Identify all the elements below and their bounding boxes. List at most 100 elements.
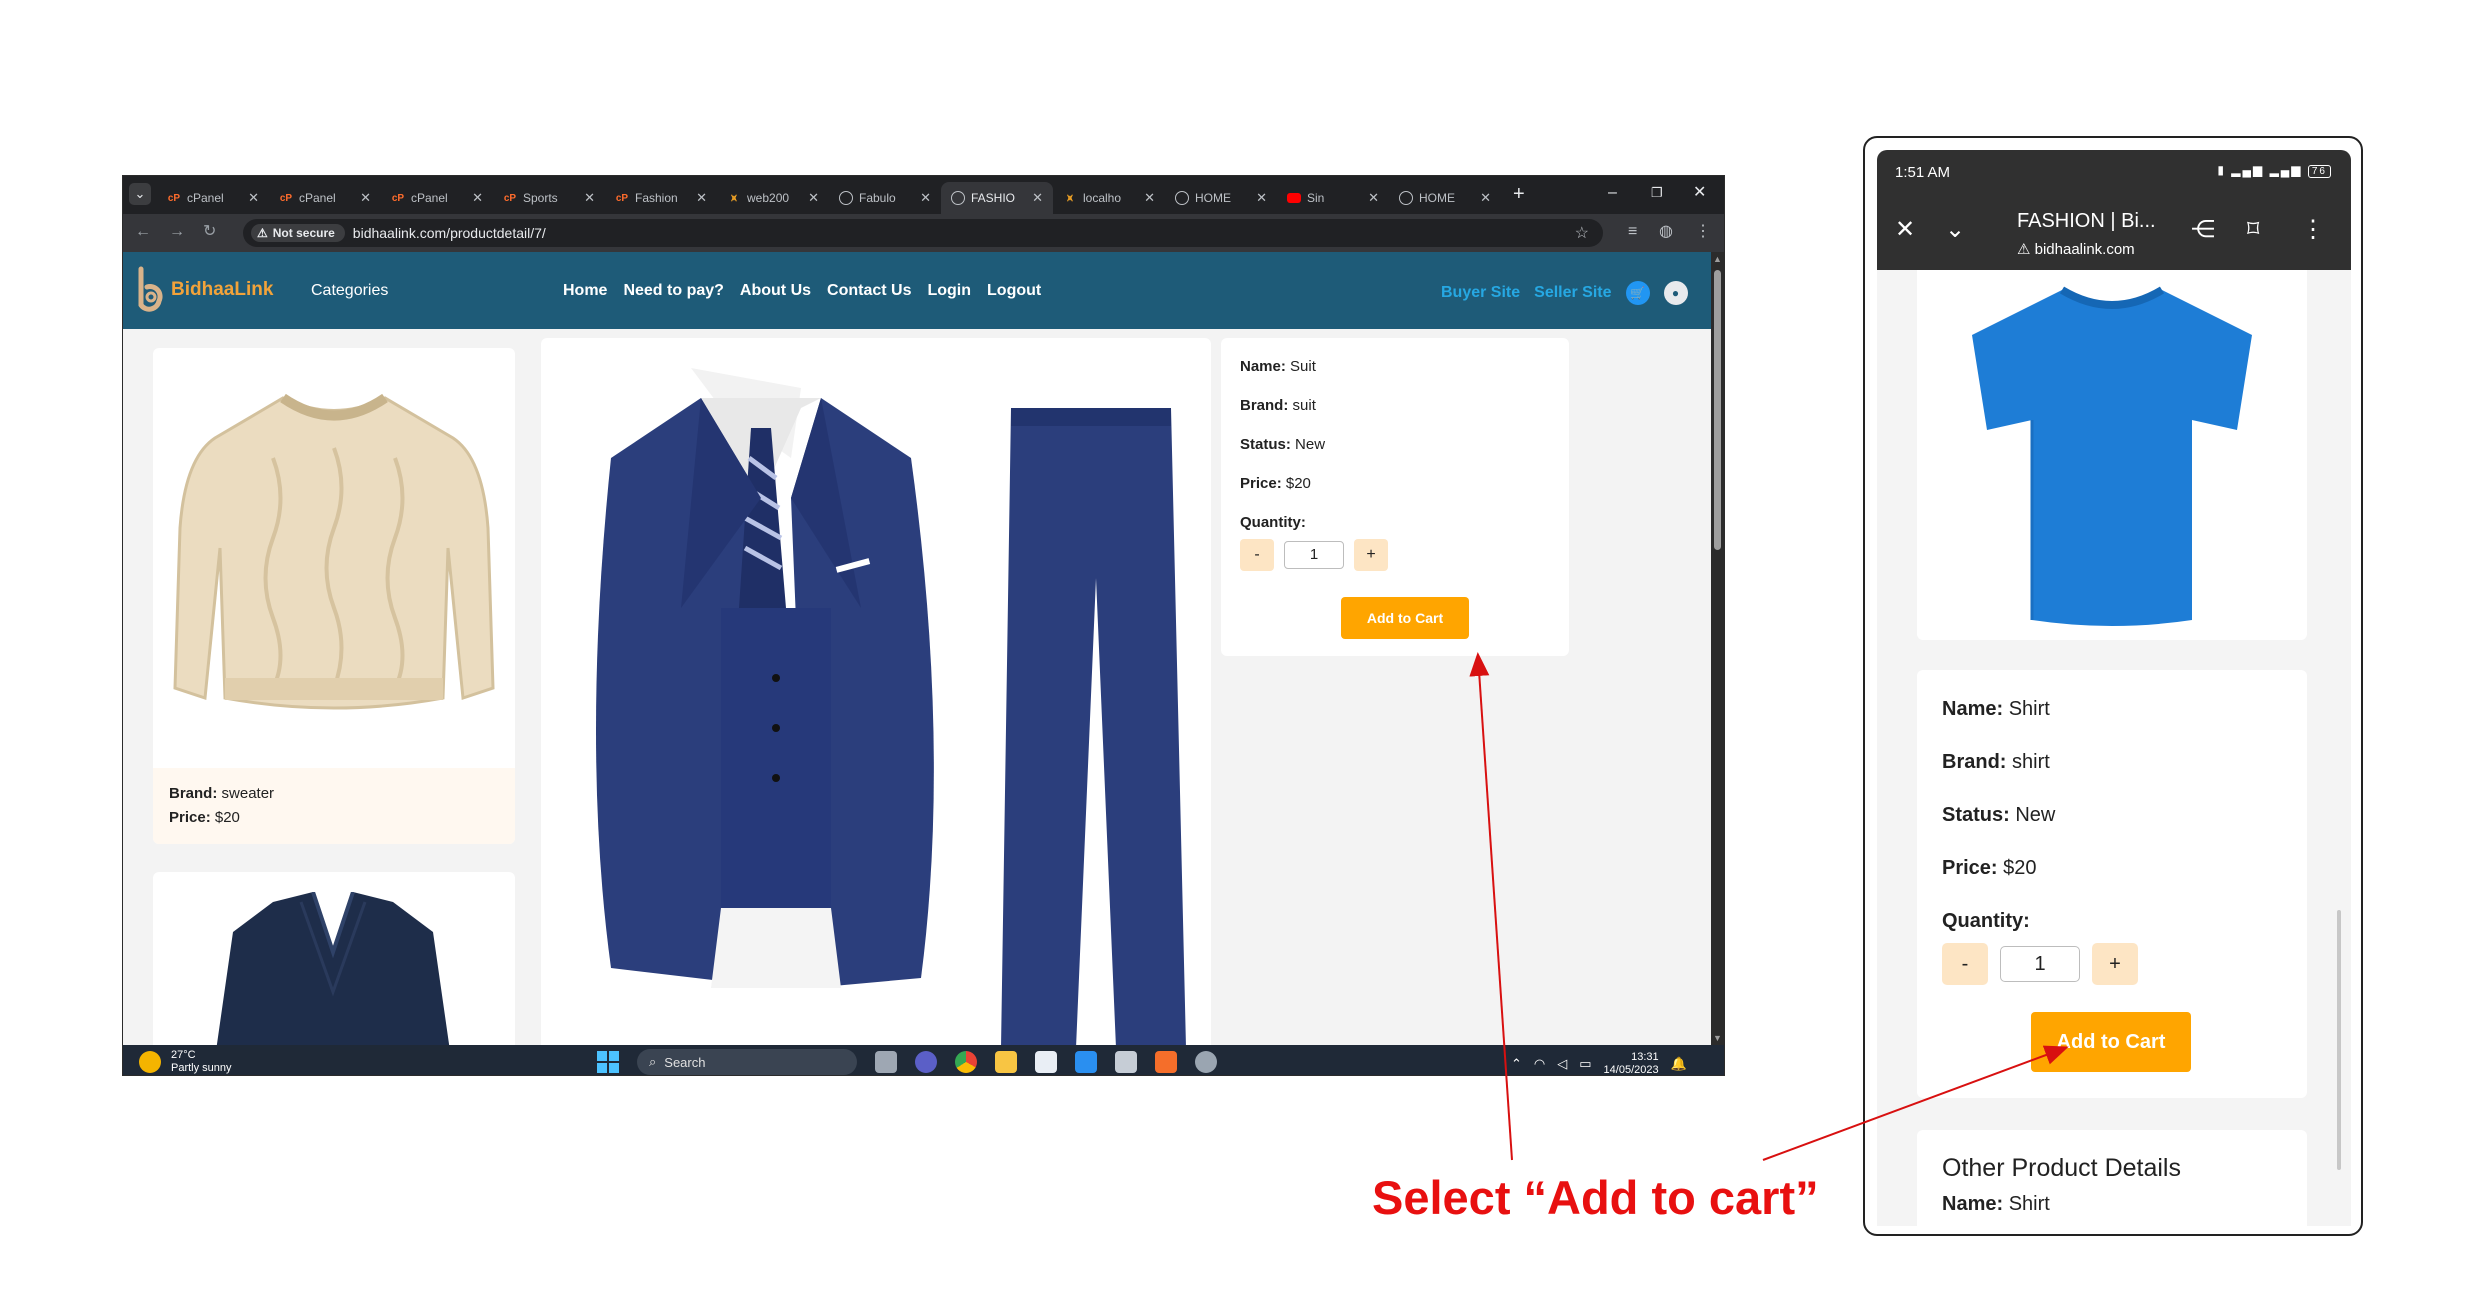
xampp-icon[interactable] bbox=[1155, 1051, 1177, 1073]
omnibox[interactable]: ⚠ Not secure bidhaalink.com/productdetai… bbox=[243, 219, 1603, 247]
product-card-jacket[interactable] bbox=[153, 872, 515, 1045]
browser-tab[interactable]: FASHIO ✕ bbox=[941, 182, 1053, 214]
tab-close-icon[interactable]: ✕ bbox=[1144, 190, 1155, 206]
security-chip[interactable]: ⚠ Not secure bbox=[251, 224, 345, 242]
browser-tab[interactable]: cP Sports ✕ bbox=[493, 182, 605, 214]
browser-tab[interactable]: ⩙ localho ✕ bbox=[1053, 182, 1165, 214]
nav-home[interactable]: Home bbox=[563, 282, 607, 300]
browser-tab[interactable]: Sin ✕ bbox=[1277, 182, 1389, 214]
close-window-icon[interactable]: ✕ bbox=[1693, 184, 1706, 202]
nav-logout[interactable]: Logout bbox=[987, 282, 1041, 300]
tab-close-icon[interactable]: ✕ bbox=[1480, 190, 1491, 206]
browser-tab[interactable]: cP Fashion ✕ bbox=[605, 182, 717, 214]
tab-title: cPanel bbox=[187, 191, 224, 205]
nav-login[interactable]: Login bbox=[927, 282, 971, 300]
mobile-quantity-decrease-button[interactable]: - bbox=[1942, 943, 1988, 985]
product-detail-card: Name: Suit Brand: suit Status: New Price… bbox=[1221, 338, 1569, 656]
tab-close-icon[interactable]: ✕ bbox=[808, 190, 819, 206]
categories-menu[interactable]: Categories bbox=[311, 282, 388, 300]
mobile-bookmark-icon[interactable]: ⌑ bbox=[2247, 216, 2259, 244]
tab-search-icon[interactable]: ⌄ bbox=[129, 183, 151, 205]
weather-widget[interactable]: 27°C Partly sunny bbox=[139, 1049, 232, 1075]
reload-icon[interactable]: ↻ bbox=[203, 223, 216, 241]
jacket-image bbox=[216, 892, 450, 1045]
app-icon[interactable] bbox=[1115, 1051, 1137, 1073]
seller-site-link[interactable]: Seller Site bbox=[1534, 284, 1611, 302]
mobile-menu-icon[interactable]: ⋮ bbox=[2301, 216, 2325, 244]
wifi-icon[interactable]: ◠ bbox=[1534, 1056, 1545, 1072]
tray-chevron-icon[interactable]: ⌃ bbox=[1511, 1056, 1522, 1072]
add-to-cart-button[interactable]: Add to Cart bbox=[1341, 597, 1469, 639]
buyer-site-link[interactable]: Buyer Site bbox=[1441, 284, 1520, 302]
quantity-increase-button[interactable]: + bbox=[1354, 539, 1388, 571]
new-tab-icon[interactable]: + bbox=[1513, 184, 1525, 204]
tab-close-icon[interactable]: ✕ bbox=[920, 190, 931, 206]
menu-kebab-icon[interactable]: ⋮ bbox=[1695, 223, 1711, 241]
taskbar-search[interactable]: ⌕ Search bbox=[637, 1049, 857, 1075]
cart-icon[interactable]: 🛒 bbox=[1625, 281, 1650, 305]
forward-icon[interactable]: → bbox=[169, 223, 185, 241]
tab-close-icon[interactable]: ✕ bbox=[1368, 190, 1379, 206]
mobile-close-icon[interactable]: ✕ bbox=[1895, 216, 1915, 244]
url-text: bidhaalink.com/productdetail/7/ bbox=[352, 225, 546, 241]
bidhaalink-logo-icon bbox=[138, 266, 163, 312]
notification-bell-icon[interactable]: 🔔 bbox=[1671, 1056, 1687, 1072]
quantity-decrease-button[interactable]: - bbox=[1240, 539, 1274, 571]
site-logo[interactable]: BidhaaLink bbox=[133, 265, 273, 315]
tab-title: HOME bbox=[1195, 191, 1231, 205]
tab-close-icon[interactable]: ✕ bbox=[1256, 190, 1267, 206]
tab-close-icon[interactable]: ✕ bbox=[1032, 190, 1043, 206]
quantity-input[interactable]: 1 bbox=[1284, 541, 1344, 569]
browser-tab[interactable]: cP cPanel ✕ bbox=[157, 182, 269, 214]
tab-close-icon[interactable]: ✕ bbox=[360, 190, 371, 206]
file-explorer-icon[interactable] bbox=[995, 1051, 1017, 1073]
volume-icon[interactable]: ◁ bbox=[1557, 1056, 1567, 1072]
tab-title: Sin bbox=[1307, 191, 1325, 205]
browser-tab[interactable]: ⩙ web200 ✕ bbox=[717, 182, 829, 214]
mobile-share-icon[interactable]: ⋲ bbox=[2191, 216, 2215, 244]
minimize-icon[interactable]: – bbox=[1608, 184, 1617, 202]
chrome-icon[interactable] bbox=[955, 1051, 977, 1073]
m-brand-label: Brand: bbox=[1942, 751, 2007, 773]
mobile-quantity-increase-button[interactable]: + bbox=[2092, 943, 2138, 985]
reading-list-icon[interactable]: ≡ bbox=[1628, 223, 1637, 241]
user-avatar-icon[interactable]: ● bbox=[1663, 281, 1688, 305]
browser-tab[interactable]: cP cPanel ✕ bbox=[269, 182, 381, 214]
vscode-icon[interactable] bbox=[1075, 1051, 1097, 1073]
mobile-scrollbar bbox=[2337, 910, 2341, 1170]
bookmark-star-icon[interactable]: ☆ bbox=[1575, 223, 1589, 243]
tab-close-icon[interactable]: ✕ bbox=[584, 190, 595, 206]
settings-gear-icon[interactable] bbox=[1195, 1051, 1217, 1073]
mobile-minimize-chevron-icon[interactable]: ⌄ bbox=[1945, 216, 1965, 244]
tab-close-icon[interactable]: ✕ bbox=[696, 190, 707, 206]
mobile-quantity-input[interactable]: 1 bbox=[2000, 946, 2080, 982]
nav-contact-us[interactable]: Contact Us bbox=[827, 282, 911, 300]
page-scrollbar[interactable]: ▲ ▼ bbox=[1711, 252, 1724, 1045]
tab-close-icon[interactable]: ✕ bbox=[248, 190, 259, 206]
scroll-up-icon[interactable]: ▲ bbox=[1713, 254, 1722, 264]
mobile-add-to-cart-button[interactable]: Add to Cart bbox=[2031, 1012, 2191, 1072]
profile-globe-icon[interactable]: ◍ bbox=[1659, 223, 1673, 241]
restore-icon[interactable]: ❐ bbox=[1651, 184, 1663, 202]
scroll-down-icon[interactable]: ▼ bbox=[1713, 1033, 1722, 1043]
windows-start-icon[interactable] bbox=[597, 1051, 619, 1073]
nav-need-to-pay[interactable]: Need to pay? bbox=[623, 282, 723, 300]
taskbar-apps: ⌕ Search bbox=[597, 1049, 1217, 1075]
store-icon[interactable] bbox=[1035, 1051, 1057, 1073]
product-card-sweater[interactable]: Brand: sweater Price: $20 bbox=[153, 348, 515, 844]
back-icon[interactable]: ← bbox=[135, 223, 151, 241]
scrollbar-thumb[interactable] bbox=[1714, 270, 1721, 550]
tab-close-icon[interactable]: ✕ bbox=[472, 190, 483, 206]
browser-tab[interactable]: Fabulo ✕ bbox=[829, 182, 941, 214]
clock-time: 13:31 bbox=[1631, 1051, 1659, 1063]
taskbar-clock[interactable]: 13:31 14/05/2023 bbox=[1604, 1051, 1659, 1075]
browser-tab[interactable]: HOME ✕ bbox=[1389, 182, 1501, 214]
browser-tab[interactable]: HOME ✕ bbox=[1165, 182, 1277, 214]
teams-icon[interactable] bbox=[915, 1051, 937, 1073]
other-details-heading: Other Product Details bbox=[1942, 1154, 2181, 1182]
battery-icon[interactable]: ▭ bbox=[1579, 1056, 1591, 1072]
task-view-icon[interactable] bbox=[875, 1051, 897, 1073]
browser-tab[interactable]: cP cPanel ✕ bbox=[381, 182, 493, 214]
youtube-icon bbox=[1287, 193, 1301, 203]
nav-about-us[interactable]: About Us bbox=[740, 282, 811, 300]
